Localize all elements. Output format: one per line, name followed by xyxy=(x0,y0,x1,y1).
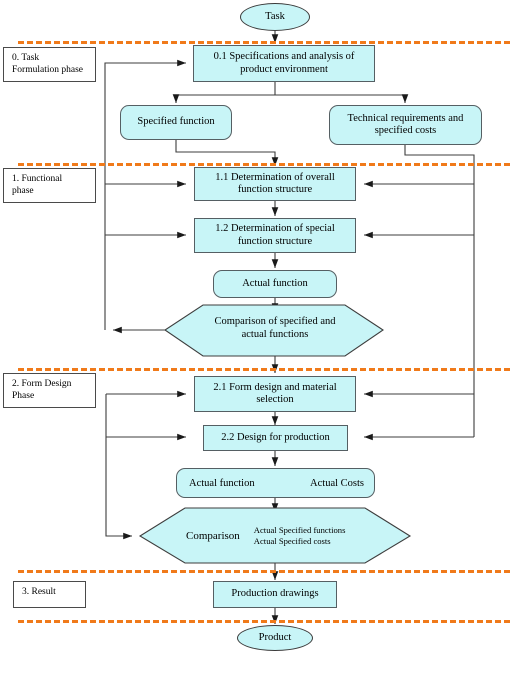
connector-layer xyxy=(104,31,475,624)
node-task[interactable]: Task xyxy=(240,3,310,31)
flowchart-canvas: 0. Task Formulation phase 1. Functional … xyxy=(0,0,518,676)
node-line-1: 0.1 Specifications and analysis of xyxy=(213,51,355,63)
node-design-for-production-label: 2.2 Design for production xyxy=(221,431,330,443)
node-line-2: function structure xyxy=(237,235,313,247)
node-special-function-structure[interactable]: 1.2 Determination of special function st… xyxy=(194,218,356,253)
node-production-drawings-label: Production drawings xyxy=(231,588,319,600)
phase-label-line-1: 3. Result xyxy=(22,587,56,597)
phase-label-line-2: Phase xyxy=(12,391,35,402)
node-technical-requirements[interactable]: Technical requirements and specified cos… xyxy=(329,105,482,145)
node-actual-function-label: Actual function xyxy=(242,277,308,289)
phase-label-line-2: phase xyxy=(12,186,34,197)
node-specifications-analysis[interactable]: 0.1 Specifications and analysis of produ… xyxy=(193,45,375,82)
node-form-design-material-selection[interactable]: 2.1 Form design and material selection xyxy=(194,376,356,412)
phase-label-line-1: 0. Task xyxy=(12,53,40,63)
phase-separator-3 xyxy=(18,570,510,573)
edge-spec-to-technical xyxy=(275,94,409,103)
node-specified-function-label: Specified function xyxy=(137,116,215,128)
comparison-1-hexagon xyxy=(164,304,384,357)
node-line-2: product environment xyxy=(240,63,328,75)
node-actual-costs-label: Actual Costs xyxy=(310,477,364,489)
phase-separator-1 xyxy=(18,163,510,166)
node-line-2: specified costs xyxy=(374,125,437,136)
phase-label-task-formulation: 0. Task Formulation phase xyxy=(3,47,96,82)
node-line-2: selection xyxy=(256,394,294,405)
node-task-label: Task xyxy=(265,10,285,22)
node-actual-function[interactable]: Actual function xyxy=(213,270,337,298)
edge-left-bus-to-01 xyxy=(104,59,186,330)
node-actual-function-costs[interactable]: Actual function Actual Costs xyxy=(176,468,375,498)
phase-label-result: 3. Result xyxy=(13,581,86,608)
edge-technical-to-right-bus xyxy=(404,145,475,437)
node-line-1: 1.1 Determination of overall xyxy=(215,171,335,183)
phase-label-line-2: Formulation phase xyxy=(12,65,83,76)
edge-lower-left-bus xyxy=(105,394,132,540)
node-line-2: function structure xyxy=(237,184,313,195)
phase-separator-4 xyxy=(18,620,510,623)
phase-separator-2 xyxy=(18,368,510,371)
phase-separator-0 xyxy=(18,41,510,44)
node-product-label: Product xyxy=(258,631,292,643)
node-production-drawings[interactable]: Production drawings xyxy=(213,581,337,608)
edge-spec-to-specified-function xyxy=(172,82,276,103)
node-product[interactable]: Product xyxy=(237,625,313,651)
node-actual-function-label: Actual function xyxy=(189,477,255,489)
node-design-for-production[interactable]: 2.2 Design for production xyxy=(203,425,348,451)
node-line-1: 2.1 Form design and material xyxy=(213,381,337,393)
phase-label-functional: 1. Functional phase xyxy=(3,168,96,203)
node-line-1: Technical requirements and xyxy=(347,112,464,124)
node-overall-function-structure[interactable]: 1.1 Determination of overall function st… xyxy=(194,167,356,201)
phase-label-form-design: 2. Form Design Phase xyxy=(3,373,96,408)
phase-label-line-1: 1. Functional xyxy=(12,174,63,184)
node-specified-function[interactable]: Specified function xyxy=(120,105,232,140)
node-line-1: 1.2 Determination of special xyxy=(215,223,335,235)
phase-label-line-1: 2. Form Design xyxy=(12,379,72,389)
comparison-2-hexagon xyxy=(138,507,412,564)
